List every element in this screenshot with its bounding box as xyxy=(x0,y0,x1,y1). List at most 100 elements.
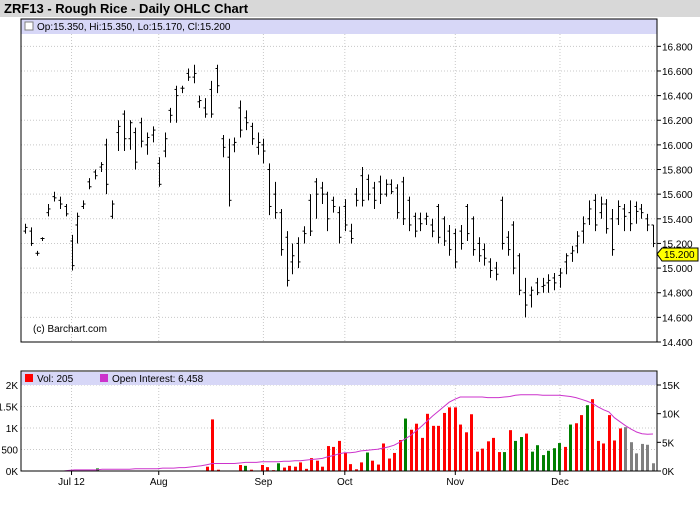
volume-bar xyxy=(465,432,468,471)
volume-bar xyxy=(388,458,391,471)
volume-bar xyxy=(277,463,280,471)
chart-svg: ZRF13 - Rough Rice - Daily OHLC Chart 14… xyxy=(0,0,700,512)
volume-bar xyxy=(569,424,572,471)
volume-bar xyxy=(294,466,297,471)
volume-tick-label: 1.5K xyxy=(0,403,18,414)
volume-bar xyxy=(321,466,324,471)
price-tick-label: 16.400 xyxy=(662,92,693,103)
volume-bar xyxy=(344,452,347,471)
open-interest-tick-label: 0K xyxy=(662,467,675,478)
open-interest-legend-swatch xyxy=(100,374,108,382)
volume-bar xyxy=(432,425,435,471)
volume-bar xyxy=(487,441,490,471)
volume-bar xyxy=(366,452,369,471)
volume-tick-label: 1K xyxy=(6,424,19,435)
volume-bar xyxy=(641,443,644,471)
volume-bar xyxy=(635,453,638,471)
volume-bar xyxy=(509,430,512,471)
volume-bar xyxy=(542,455,545,471)
volume-bar xyxy=(239,464,242,471)
volume-bar xyxy=(266,467,269,471)
volume-bar xyxy=(558,443,561,471)
volume-bar xyxy=(476,451,479,471)
volume-bar xyxy=(404,418,407,471)
volume-bar xyxy=(597,440,600,471)
volume-bar xyxy=(437,425,440,471)
volume-bar xyxy=(206,466,209,471)
date-tick-label: Nov xyxy=(446,477,464,488)
volume-bar xyxy=(624,427,627,471)
volume-bar xyxy=(349,464,352,471)
volume-bar xyxy=(399,440,402,471)
copyright-notice: (c) Barchart.com xyxy=(33,324,107,335)
volume-bar xyxy=(470,414,473,471)
volume-bar xyxy=(619,428,622,471)
volume-bar xyxy=(531,451,534,471)
price-tick-label: 16.000 xyxy=(662,141,693,152)
volume-bar xyxy=(608,415,611,471)
volume-bar xyxy=(448,407,451,471)
volume-bar xyxy=(327,446,330,471)
open-interest-tick-label: 10K xyxy=(662,410,680,421)
volume-bar xyxy=(454,407,457,471)
volume-bar xyxy=(377,464,380,471)
volume-bar xyxy=(459,424,462,471)
volume-bar xyxy=(498,452,501,471)
date-tick-label: Dec xyxy=(551,477,569,488)
volume-legend-swatch xyxy=(25,374,33,382)
volume-bar xyxy=(564,446,567,471)
volume-bar xyxy=(520,437,523,471)
chart-background xyxy=(0,0,700,512)
price-tick-label: 15.800 xyxy=(662,166,693,177)
volume-bar xyxy=(514,440,517,471)
volume-bar xyxy=(547,450,550,471)
date-tick-label: Sep xyxy=(255,477,273,488)
legend-marker xyxy=(24,21,34,31)
volume-bar xyxy=(332,446,335,471)
volume-bar xyxy=(652,463,655,471)
last-price-label: 15.200 xyxy=(664,250,695,261)
volume-bar xyxy=(591,399,594,471)
price-tick-label: 16.200 xyxy=(662,116,693,127)
volume-bar xyxy=(602,443,605,471)
volume-bar xyxy=(630,442,633,471)
volume-bar xyxy=(283,467,286,471)
volume-bar xyxy=(371,460,374,471)
date-tick-label: Oct xyxy=(337,477,353,488)
volume-bar xyxy=(553,448,556,471)
price-tick-label: 15.600 xyxy=(662,190,693,201)
volume-bar xyxy=(536,445,539,471)
price-tick-label: 14.800 xyxy=(662,289,693,300)
price-tick-label: 16.800 xyxy=(662,42,693,53)
price-tick-label: 14.400 xyxy=(662,338,693,349)
volume-bar xyxy=(525,433,528,471)
price-tick-label: 16.600 xyxy=(662,67,693,78)
volume-bar xyxy=(244,465,247,471)
price-tick-label: 14.600 xyxy=(662,313,693,324)
volume-bar xyxy=(646,444,649,471)
open-interest-tick-label: 5K xyxy=(662,438,675,449)
volume-bar xyxy=(299,462,302,471)
date-tick-label: Aug xyxy=(150,477,168,488)
volume-bar xyxy=(575,423,578,471)
date-tick-label: Jul 12 xyxy=(58,477,85,488)
volume-bar xyxy=(481,448,484,471)
volume-bar xyxy=(360,462,363,471)
volume-bar xyxy=(316,460,319,471)
last-price-marker: 15.200 xyxy=(656,247,699,262)
chart-title: ZRF13 - Rough Rice - Daily OHLC Chart xyxy=(4,1,249,16)
volume-bar xyxy=(613,440,616,471)
volume-bar xyxy=(338,440,341,471)
price-tick-label: 15.000 xyxy=(662,264,693,275)
price-tick-label: 15.400 xyxy=(662,215,693,226)
volume-bar xyxy=(443,412,446,471)
open-interest-tick-label: 15K xyxy=(662,381,680,392)
volume-tick-label: 500 xyxy=(1,446,18,457)
ohlc-legend: Op:15.350, Hi:15.350, Lo:15.170, Cl:15.2… xyxy=(37,22,231,33)
volume-bar xyxy=(580,415,583,471)
volume-bar xyxy=(421,437,424,471)
volume-legend: Vol: 205 xyxy=(37,374,74,385)
volume-bar xyxy=(288,465,291,471)
volume-bar xyxy=(503,452,506,471)
volume-bar xyxy=(586,405,589,471)
